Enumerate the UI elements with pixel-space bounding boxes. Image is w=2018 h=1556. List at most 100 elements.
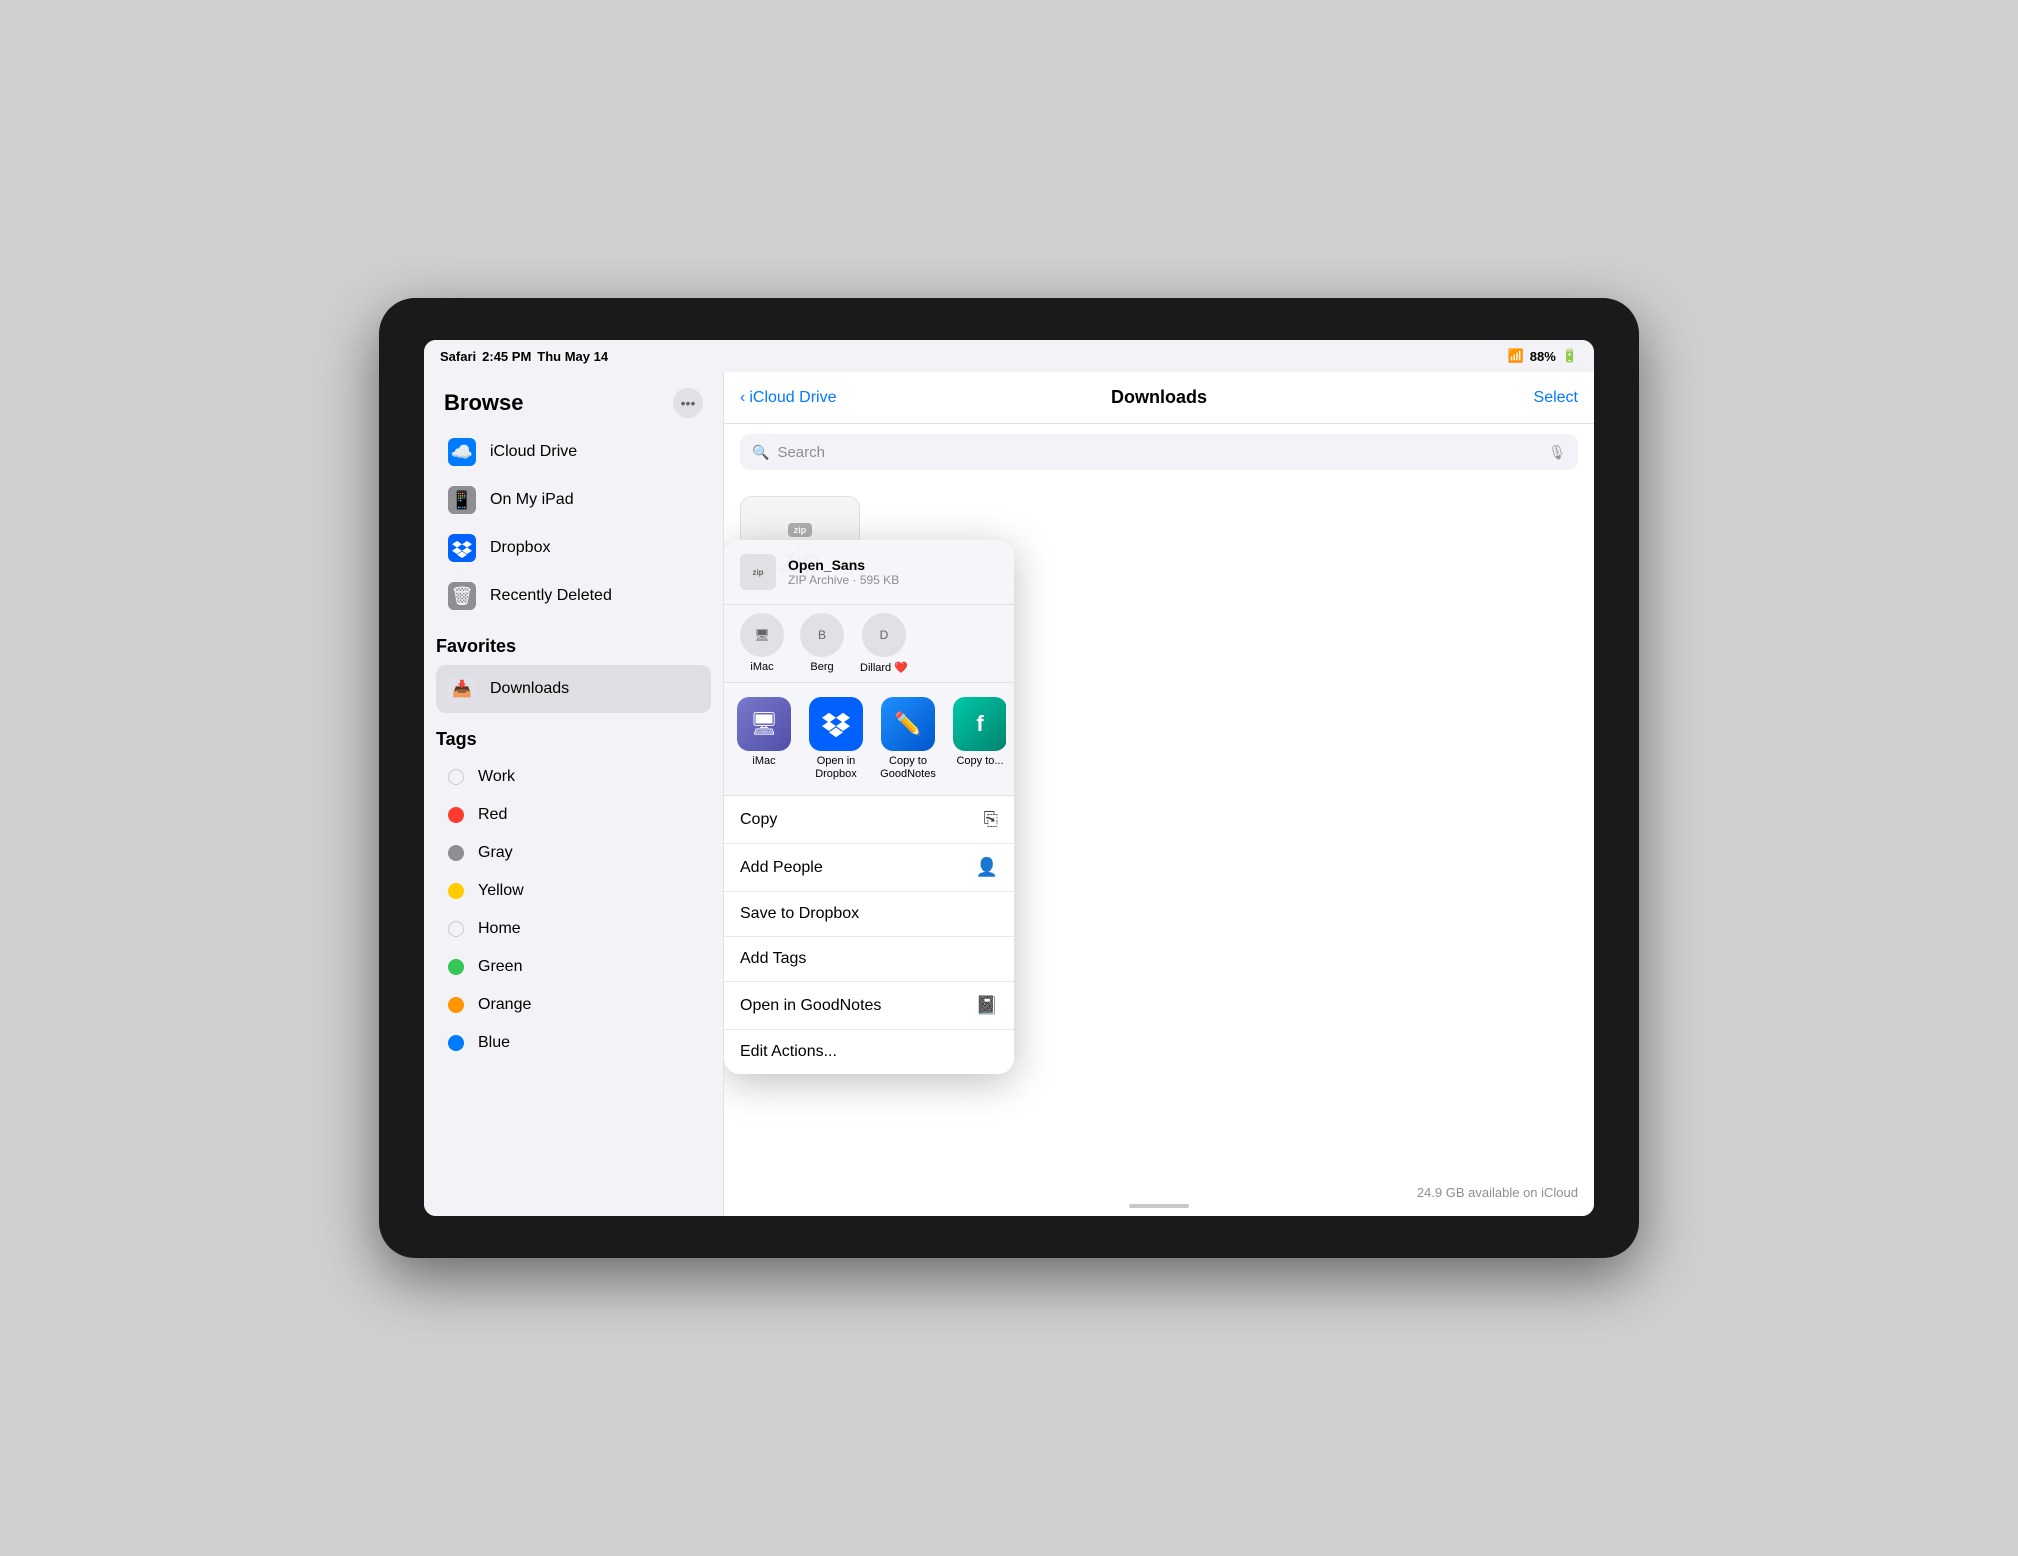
- select-button[interactable]: Select: [1534, 389, 1578, 407]
- sidebar-icloud-label: iCloud Drive: [490, 443, 577, 461]
- share-app-dropbox-label: Open in Dropbox: [804, 755, 868, 781]
- save-dropbox-label: Save to Dropbox: [740, 905, 859, 923]
- tags-section: Work Red Gray Yellow: [424, 758, 723, 1062]
- yellow-tag-label: Yellow: [478, 882, 524, 900]
- sidebar-tag-gray[interactable]: Gray: [436, 834, 711, 872]
- share-menu-edit-actions[interactable]: Edit Actions...: [724, 1030, 1014, 1074]
- contact-berg[interactable]: B Berg: [800, 613, 844, 674]
- share-app-goodnotes-label: Copy to GoodNotes: [876, 755, 940, 781]
- sidebar-tag-home[interactable]: Home: [436, 910, 711, 948]
- green-tag-dot: [448, 959, 464, 975]
- dropbox-icon: [448, 534, 476, 562]
- share-sheet: zip Open_Sans ZIP Archive · 595 KB: [724, 540, 1014, 1074]
- status-bar-left: Safari 2:45 PM Thu May 14: [440, 349, 608, 364]
- share-apps-row: 🖥 iMac: [724, 683, 1014, 796]
- share-menu-add-tags[interactable]: Add Tags: [724, 937, 1014, 982]
- mic-icon: 🎙: [1548, 444, 1566, 461]
- sidebar-tag-green[interactable]: Green: [436, 948, 711, 986]
- share-app-dropbox[interactable]: Open in Dropbox: [804, 697, 868, 781]
- share-menu-copy[interactable]: Copy ⎘: [724, 796, 1014, 844]
- battery-level: 88%: [1530, 349, 1556, 364]
- add-tags-label: Add Tags: [740, 950, 806, 968]
- status-bar-time: 2:45 PM: [482, 349, 531, 364]
- add-people-icon: 👤: [976, 857, 998, 878]
- blue-tag-dot: [448, 1035, 464, 1051]
- back-chevron-icon: ‹: [740, 389, 745, 407]
- contact-imac[interactable]: 🖥 iMac: [740, 613, 784, 674]
- share-file-meta: ZIP Archive · 595 KB: [788, 573, 998, 587]
- zip-badge: zip: [788, 523, 813, 537]
- orange-tag-label: Orange: [478, 996, 531, 1014]
- sidebar-header: Browse •••: [424, 372, 723, 428]
- edit-actions-label: Edit Actions...: [740, 1043, 837, 1061]
- share-app-fontself[interactable]: f Copy to...: [948, 697, 1006, 781]
- favorites-section: 📥 Downloads: [424, 665, 723, 713]
- contact-imac-name: iMac: [750, 661, 773, 673]
- add-people-label: Add People: [740, 859, 823, 877]
- sidebar-item-deleted[interactable]: 🗑 Recently Deleted: [436, 572, 711, 620]
- sidebar-item-dropbox[interactable]: Dropbox: [436, 524, 711, 572]
- sidebar-item-downloads[interactable]: 📥 Downloads: [436, 665, 711, 713]
- share-file-name: Open_Sans: [788, 557, 998, 573]
- sidebar-tag-yellow[interactable]: Yellow: [436, 872, 711, 910]
- contact-berg-avatar: B: [800, 613, 844, 657]
- scroll-indicator: [1129, 1204, 1189, 1208]
- contact-berg-name: Berg: [810, 661, 833, 673]
- storage-info: 24.9 GB available on iCloud: [1417, 1185, 1578, 1200]
- blue-tag-label: Blue: [478, 1034, 510, 1052]
- sidebar-title: Browse: [444, 390, 523, 416]
- share-app-dropbox-icon: [809, 697, 863, 751]
- contact-dillard-avatar: D: [862, 613, 906, 657]
- share-file-details: Open_Sans ZIP Archive · 595 KB: [788, 557, 998, 587]
- main-header: ‹ iCloud Drive Downloads Select: [724, 372, 1594, 424]
- share-file-type: ZIP Archive: [788, 573, 849, 587]
- search-bar[interactable]: 🔍 Search 🎙: [740, 434, 1578, 470]
- share-file-info: zip Open_Sans ZIP Archive · 595 KB: [724, 540, 1014, 605]
- sidebar-ipad-label: On My iPad: [490, 491, 574, 509]
- back-label: iCloud Drive: [749, 389, 836, 407]
- copy-icon: ⎘: [984, 809, 998, 830]
- sidebar-locations: ☁️ iCloud Drive 📱 On My iPad: [424, 428, 723, 620]
- contact-imac-avatar: 🖥: [740, 613, 784, 657]
- work-tag-dot: [448, 769, 464, 785]
- home-tag-label: Home: [478, 920, 521, 938]
- sidebar: Browse ••• ☁️ iCloud Drive 📱 On My iPad: [424, 372, 724, 1216]
- share-app-goodnotes[interactable]: ✏️ Copy to GoodNotes: [876, 697, 940, 781]
- share-apps-scroll: 🖥 iMac: [732, 697, 1006, 781]
- share-app-imac-icon: 🖥: [737, 697, 791, 751]
- sidebar-more-button[interactable]: •••: [673, 388, 703, 418]
- home-tag-dot: [448, 921, 464, 937]
- orange-tag-dot: [448, 997, 464, 1013]
- sidebar-tag-work[interactable]: Work: [436, 758, 711, 796]
- sidebar-item-icloud[interactable]: ☁️ iCloud Drive: [436, 428, 711, 476]
- work-tag-label: Work: [478, 768, 515, 786]
- ipad-screen: Safari 2:45 PM Thu May 14 📶 88% 🔋 Browse…: [424, 340, 1594, 1216]
- share-app-imac[interactable]: 🖥 iMac: [732, 697, 796, 781]
- back-button[interactable]: ‹ iCloud Drive: [740, 389, 836, 407]
- sidebar-tag-red[interactable]: Red: [436, 796, 711, 834]
- sidebar-dropbox-label: Dropbox: [490, 539, 550, 557]
- ipad-icon: 📱: [448, 486, 476, 514]
- contact-dillard[interactable]: D Dillard ❤️: [860, 613, 908, 674]
- share-zip-icon: zip: [740, 554, 776, 590]
- gray-tag-dot: [448, 845, 464, 861]
- search-icon: 🔍: [752, 444, 769, 461]
- sidebar-tag-orange[interactable]: Orange: [436, 986, 711, 1024]
- ellipsis-icon: •••: [681, 395, 696, 411]
- sidebar-item-ipad[interactable]: 📱 On My iPad: [436, 476, 711, 524]
- yellow-tag-dot: [448, 883, 464, 899]
- share-menu-save-dropbox[interactable]: Save to Dropbox: [724, 892, 1014, 937]
- share-menu-open-goodnotes[interactable]: Open in GoodNotes 📓: [724, 982, 1014, 1030]
- status-bar: Safari 2:45 PM Thu May 14 📶 88% 🔋: [424, 340, 1594, 372]
- files-area: zip zip zip Open_Sans ZIP Archive: [724, 480, 1594, 1216]
- ipad-frame: Safari 2:45 PM Thu May 14 📶 88% 🔋 Browse…: [379, 298, 1639, 1258]
- share-menu-add-people[interactable]: Add People 👤: [724, 844, 1014, 892]
- share-app-fontself-icon: f: [953, 697, 1006, 751]
- sidebar-downloads-label: Downloads: [490, 680, 569, 698]
- share-file-size: 595 KB: [860, 573, 899, 587]
- green-tag-label: Green: [478, 958, 522, 976]
- status-bar-date: Thu May 14: [537, 349, 608, 364]
- nav-left: ‹ iCloud Drive: [740, 389, 836, 407]
- search-placeholder: Search: [777, 444, 1540, 461]
- sidebar-tag-blue[interactable]: Blue: [436, 1024, 711, 1062]
